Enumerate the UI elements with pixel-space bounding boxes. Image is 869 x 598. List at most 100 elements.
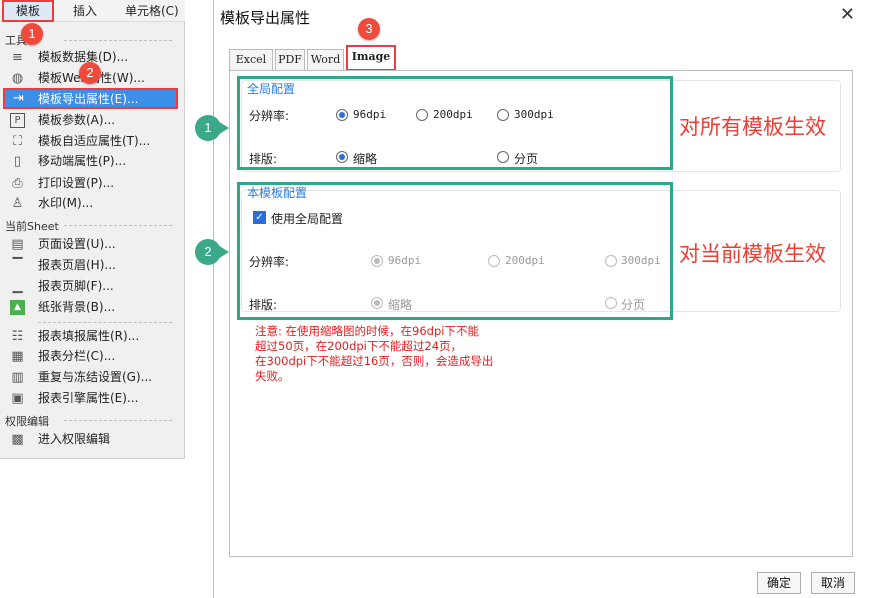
close-icon[interactable]: ✕ xyxy=(840,4,855,25)
step-badge-3: 3 xyxy=(358,18,380,40)
global-200dpi-label: 200dpi xyxy=(433,108,473,121)
note-line: 超过50页，在200dpi下不能超过24页， xyxy=(255,339,463,353)
menu-item-columns[interactable]: ▦ 报表分栏(C)... xyxy=(0,346,185,367)
adaptive-icon: ⛶ xyxy=(12,134,23,149)
export-attr-dialog: 模板导出属性 ✕ Excel PDF Word Image 3 全局配置 分辨率… xyxy=(213,0,869,598)
menu-item-background[interactable]: ▲ 纸张背景(B)... xyxy=(0,297,185,318)
global-config-title: 全局配置 xyxy=(247,82,296,96)
menu-cell[interactable]: 单元格(C) xyxy=(125,0,179,22)
menu-item-engine[interactable]: ▣ 报表引擎属性(E)... xyxy=(0,388,185,409)
global-paging-label: 分页 xyxy=(514,152,539,166)
menu-item-footer[interactable]: ▁ 报表页脚(F)... xyxy=(0,276,185,297)
menu-item-mobile[interactable]: ▯ 移动端属性(P)... xyxy=(0,151,185,172)
global-300dpi-label: 300dpi xyxy=(514,108,554,121)
columns-icon: ▦ xyxy=(11,349,24,364)
local-thumbnail-radio[interactable] xyxy=(371,297,383,309)
menu-item-label: 移动端属性(P)... xyxy=(38,154,127,168)
menu-insert[interactable]: 插入 xyxy=(73,0,97,22)
menu-item-label: 模板导出属性(E)... xyxy=(38,92,139,106)
local-300dpi-label: 300dpi xyxy=(621,254,661,267)
global-highlight-box xyxy=(237,76,673,170)
menu-separator xyxy=(64,225,172,226)
callout-number: 1 xyxy=(195,115,221,141)
form-icon: ☷ xyxy=(11,329,24,344)
menu-item-label: 水印(M)... xyxy=(38,196,94,210)
menu-item-label: 重复与冻结设置(G)... xyxy=(38,370,153,384)
globe-icon: ◍ xyxy=(11,71,24,86)
menu-item-parameters[interactable]: P 模板参数(A)... xyxy=(0,110,185,131)
global-96dpi-label: 96dpi xyxy=(353,108,387,121)
background-image-icon: ▲ xyxy=(10,300,25,315)
step-badge-2: 2 xyxy=(79,62,101,84)
menu-item-label: 报表引擎属性(E)... xyxy=(38,391,139,405)
ok-button[interactable]: 确定 xyxy=(757,572,801,594)
menu-item-label: 打印设置(P)... xyxy=(38,176,115,190)
tab-pdf[interactable]: PDF xyxy=(275,49,305,71)
parameter-icon: P xyxy=(10,113,25,128)
menu-bar: 模板 插入 单元格(C) xyxy=(0,0,185,22)
global-300dpi-radio[interactable] xyxy=(497,109,509,121)
menu-separator xyxy=(64,40,172,41)
database-icon: ≡ xyxy=(12,50,23,65)
menu-item-label: 报表页眉(H)... xyxy=(38,258,116,272)
export-warning-note: 注意: 在使用缩略图的时候，在96dpi下不能 超过50页，在200dpi下不能… xyxy=(255,324,515,384)
menu-item-label: 纸张背景(B)... xyxy=(38,300,116,314)
menu-item-print[interactable]: ⎙ 打印设置(P)... xyxy=(0,173,185,194)
global-thumbnail-radio[interactable] xyxy=(336,151,348,163)
local-200dpi-radio[interactable] xyxy=(488,255,500,267)
global-resolution-label: 分辨率: xyxy=(249,109,290,123)
menu-item-export-attr[interactable]: ⇥ 模板导出属性(E)... xyxy=(3,88,178,109)
local-thumbnail-label: 缩略 xyxy=(388,298,413,312)
dialog-title: 模板导出属性 xyxy=(220,9,311,27)
annotation-current-template: 对当前模板生效 xyxy=(679,242,826,266)
tab-excel[interactable]: Excel xyxy=(229,49,273,71)
menu-item-header[interactable]: ▔ 报表页眉(H)... xyxy=(0,255,185,276)
menu-item-label: 进入权限编辑 xyxy=(38,432,111,446)
local-96dpi-radio[interactable] xyxy=(371,255,383,267)
menu-item-page-setup[interactable]: ▤ 页面设置(U)... xyxy=(0,234,185,255)
local-200dpi-label: 200dpi xyxy=(505,254,545,267)
menu-item-label: 报表填报属性(R)... xyxy=(38,329,140,343)
menu-item-freeze[interactable]: ▥ 重复与冻结设置(G)... xyxy=(0,367,185,388)
menu-item-watermark[interactable]: ♙ 水印(M)... xyxy=(0,193,185,214)
menu-template[interactable]: 模板 xyxy=(2,0,54,22)
menu-item-label: 模板自适应属性(T)... xyxy=(38,134,151,148)
mobile-icon: ▯ xyxy=(13,154,22,169)
global-96dpi-radio[interactable] xyxy=(336,109,348,121)
note-line: 注意: 在使用缩略图的时候，在96dpi下不能 xyxy=(255,324,479,338)
local-300dpi-radio[interactable] xyxy=(605,255,617,267)
tab-image[interactable]: Image xyxy=(346,45,396,71)
callout-number: 2 xyxy=(195,239,221,265)
template-menu-dropdown: 工具 ≡ 模板数据集(D)... ◍ 模板Web属性(W)... ⇥ 模板导出属… xyxy=(0,22,185,459)
menu-separator xyxy=(64,420,172,421)
local-paging-radio[interactable] xyxy=(605,297,617,309)
section-sheet-label: 当前Sheet xyxy=(5,220,59,233)
menu-item-fill-attr[interactable]: ☷ 报表填报属性(R)... xyxy=(0,326,185,347)
menu-item-permission[interactable]: ▩ 进入权限编辑 xyxy=(0,429,185,450)
watermark-icon: ♙ xyxy=(11,196,24,211)
engine-icon: ▣ xyxy=(11,391,24,406)
local-layout-label: 排版: xyxy=(249,298,278,312)
printer-icon: ⎙ xyxy=(12,176,23,191)
menu-item-label: 报表分栏(C)... xyxy=(38,349,116,363)
global-200dpi-radio[interactable] xyxy=(416,109,428,121)
local-resolution-label: 分辨率: xyxy=(249,255,290,269)
tab-word[interactable]: Word xyxy=(307,49,344,71)
use-global-checkbox[interactable]: ✓ xyxy=(253,211,266,224)
global-paging-radio[interactable] xyxy=(497,151,509,163)
header-icon: ▔ xyxy=(12,258,23,273)
local-96dpi-label: 96dpi xyxy=(388,254,422,267)
page-setup-icon: ▤ xyxy=(11,237,24,252)
menu-item-label: 报表页脚(F)... xyxy=(38,279,114,293)
use-global-label: 使用全局配置 xyxy=(271,212,344,226)
menu-item-adaptive[interactable]: ⛶ 模板自适应属性(T)... xyxy=(0,131,185,152)
permission-icon: ▩ xyxy=(11,432,24,447)
note-line: 失败。 xyxy=(255,369,290,383)
export-icon: ⇥ xyxy=(13,91,24,106)
local-paging-label: 分页 xyxy=(621,298,646,312)
cancel-button[interactable]: 取消 xyxy=(811,572,855,594)
note-line: 在300dpi下不能超过16页，否则，会造成导出 xyxy=(255,354,494,368)
menu-item-label: 模板参数(A)... xyxy=(38,113,116,127)
annotation-all-templates: 对所有模板生效 xyxy=(679,115,826,139)
local-config-title: 本模板配置 xyxy=(247,186,308,200)
